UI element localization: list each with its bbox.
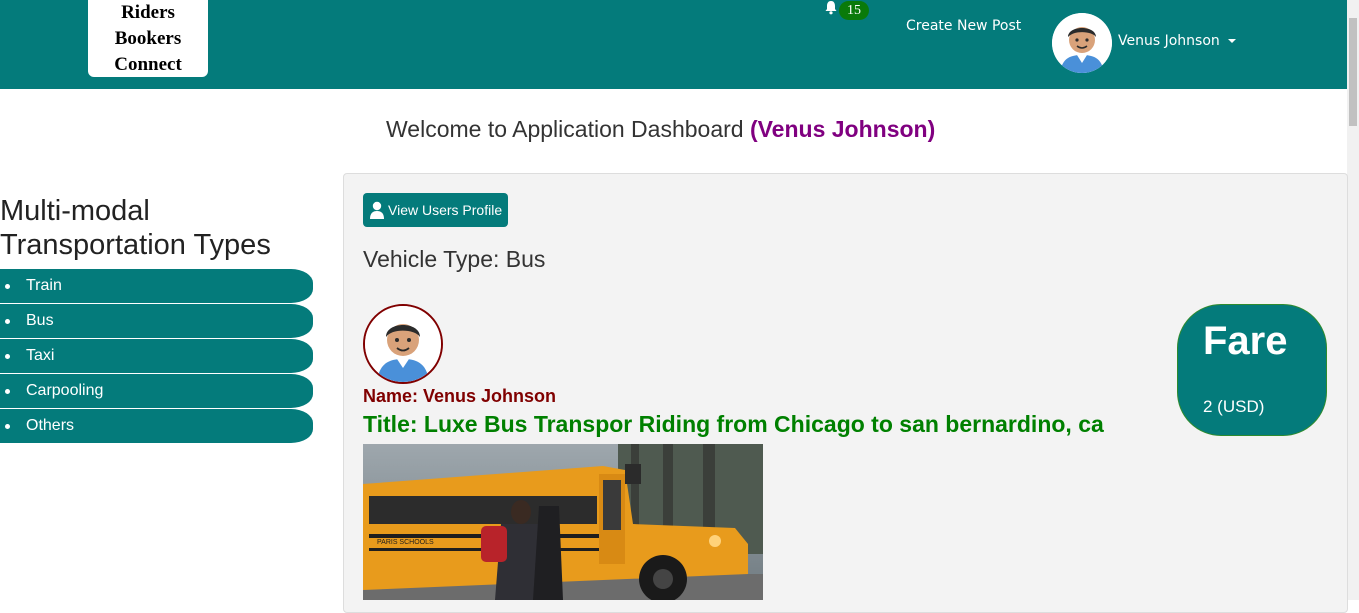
- user-menu[interactable]: Venus Johnson: [1118, 33, 1236, 49]
- bell-icon[interactable]: [823, 0, 839, 16]
- fare-value: 2 (USD): [1203, 397, 1265, 416]
- caret-down-icon: [1227, 39, 1236, 43]
- welcome-user-name: (Venus Johnson): [749, 116, 936, 142]
- sidebar-item-bus[interactable]: Bus: [0, 304, 313, 338]
- sidebar-item-taxi[interactable]: Taxi: [0, 339, 313, 373]
- user-menu-name: Venus Johnson: [1118, 33, 1220, 49]
- sidebar-item-train[interactable]: Train: [0, 269, 313, 303]
- view-users-profile-label: View Users Profile: [388, 202, 503, 218]
- top-navbar: Riders Bookers Connect 15 Create New Pos…: [0, 0, 1347, 89]
- fare-card: Fare 2 (USD): [1177, 304, 1327, 436]
- notification-badge[interactable]: 15: [839, 1, 869, 20]
- post-title[interactable]: Title: Luxe Bus Transpor Riding from Chi…: [363, 411, 1104, 438]
- post-author-avatar: [363, 304, 443, 384]
- transportation-type-list: Train Bus Taxi Carpooling Others: [0, 269, 313, 444]
- bus-photo: PARIS SCHOOLS: [363, 444, 763, 600]
- scrollbar-thumb[interactable]: [1349, 18, 1357, 126]
- sidebar-item-carpooling[interactable]: Carpooling: [0, 374, 313, 408]
- post-author-name: Name: Venus Johnson: [363, 386, 557, 406]
- sidebar-title: Multi-modal Transportation Types: [0, 195, 271, 261]
- create-new-post-link[interactable]: Create New Post: [906, 18, 1021, 34]
- bus-side-lettering: PARIS SCHOOLS: [377, 539, 434, 546]
- sidebar-item-others[interactable]: Others: [0, 409, 313, 443]
- avatar[interactable]: [1052, 13, 1112, 73]
- welcome-text: Welcome to Application Dashboard: [386, 116, 744, 142]
- view-users-profile-button[interactable]: View Users Profile: [363, 193, 508, 227]
- vehicle-type-heading: Vehicle Type: Bus: [363, 246, 546, 272]
- fare-label: Fare: [1203, 319, 1288, 363]
- welcome-heading: Welcome to Application Dashboard (Venus …: [386, 116, 935, 143]
- brand-logo[interactable]: Riders Bookers Connect: [88, 0, 208, 77]
- user-icon: [370, 201, 384, 219]
